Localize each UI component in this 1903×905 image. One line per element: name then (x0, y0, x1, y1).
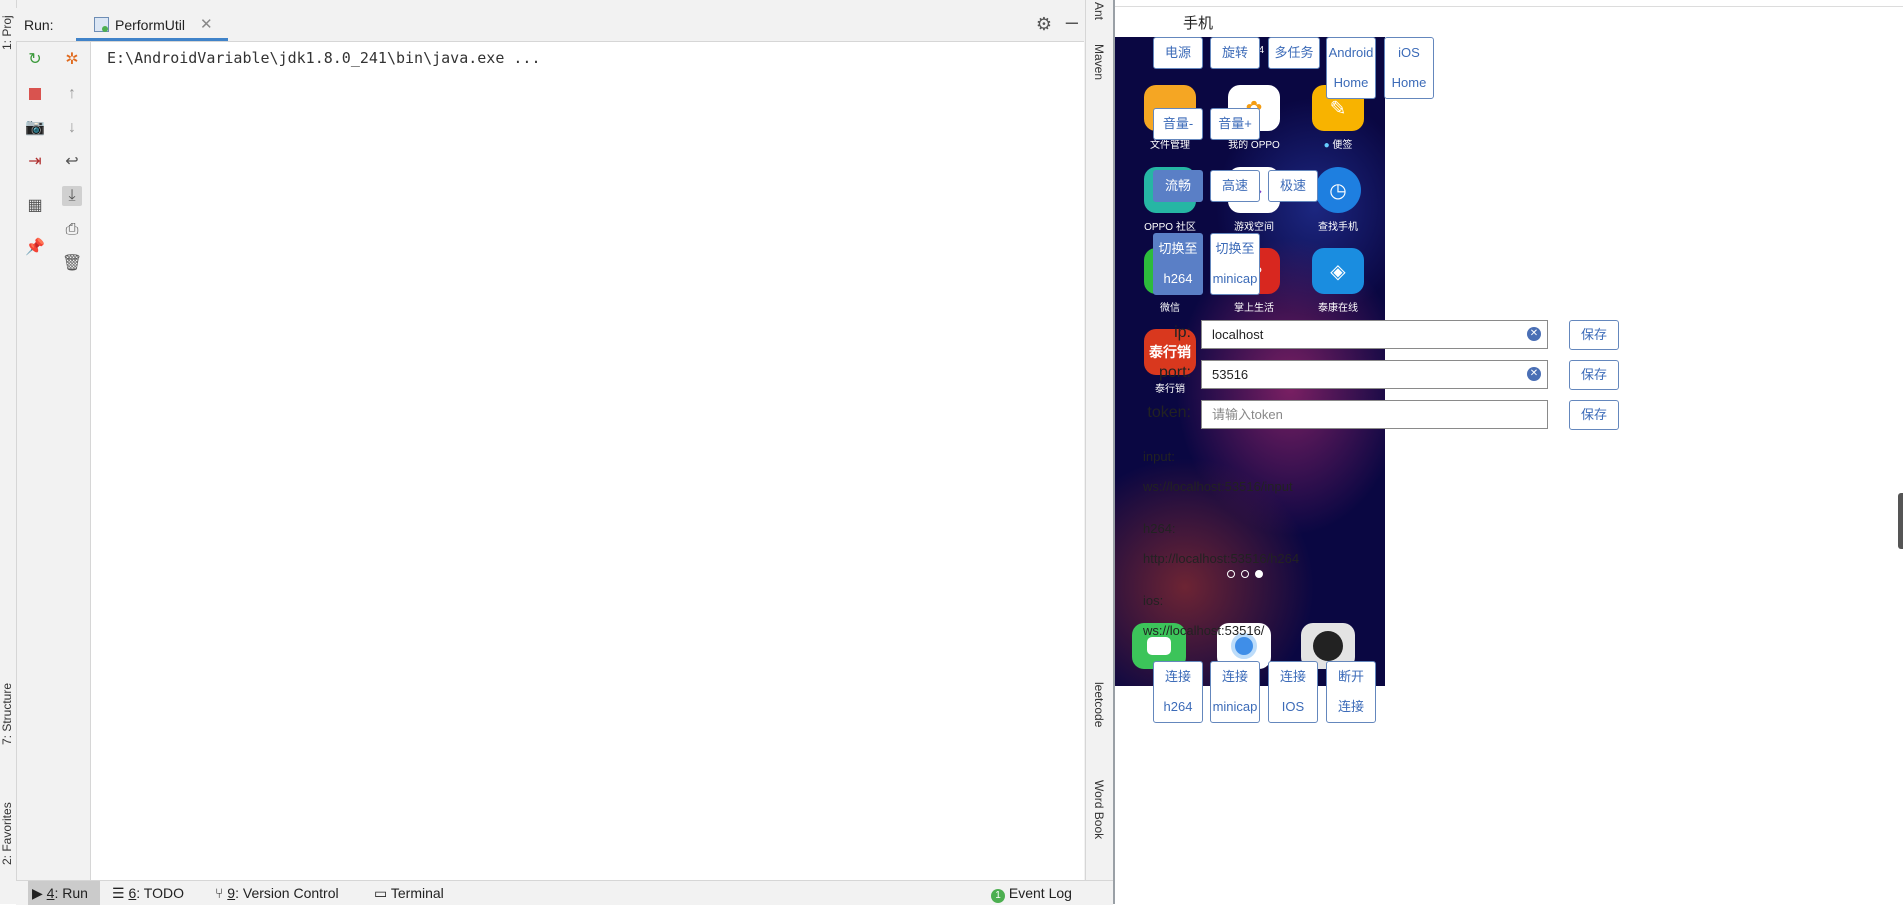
taikang-icon: ◈ (1312, 248, 1364, 294)
run-toolbar-secondary: ✲ ↑ ↓ ↩ ⤓ ⎙ 🗑 (54, 42, 91, 880)
token-label: token: (1147, 404, 1191, 421)
close-tab-icon[interactable]: ✕ (200, 15, 213, 33)
exit-icon[interactable]: ⇥ (25, 152, 45, 172)
run-panel-header: Run: PerformUtil ✕ ⚙ – (16, 8, 1084, 42)
tool-tab-leetcode[interactable]: leetcode (1092, 682, 1106, 727)
volume-down-button[interactable]: 音量- (1153, 108, 1203, 140)
input-url: ws://localhost:53516/input (1143, 479, 1293, 494)
status-run[interactable]: ▶ 4: Run (32, 885, 88, 902)
save-port-button[interactable]: 保存 (1569, 360, 1619, 390)
status-todo[interactable]: ☰ 6: TODO (112, 885, 184, 902)
android-home-button[interactable]: Android Home (1326, 37, 1376, 99)
ide-window: 1: Proj 7: Structure 2: Favorites Run: P… (0, 0, 1114, 905)
app-taikang[interactable]: ◈ 泰康在线 (1301, 248, 1375, 314)
control-page: 手机 15:44 ▬ 文件管理 ✿ 我的 OPPO ✎ ● 便签 0 OPPO … (1115, 0, 1903, 904)
tool-tab-structure[interactable]: 7: Structure (0, 653, 14, 745)
find-phone-icon: ◷ (1315, 167, 1361, 213)
quality-extreme-button[interactable]: 极速 (1268, 170, 1318, 202)
status-terminal[interactable]: ▭ Terminal (374, 885, 444, 902)
left-tool-strip: 1: Proj 7: Structure 2: Favorites (0, 0, 17, 880)
right-tool-strip: Ant Maven leetcode Word Book (1085, 0, 1114, 880)
disconnect-button[interactable]: 断开 连接 (1326, 661, 1376, 723)
console-output[interactable]: E:\AndroidVariable\jdk1.8.0_241\bin\java… (91, 42, 1084, 880)
quality-smooth-button[interactable]: 流畅 (1153, 170, 1203, 202)
connect-ios-button[interactable]: 连接 IOS (1268, 661, 1318, 723)
edge-scroll-handle[interactable] (1898, 493, 1903, 549)
h264-url: http://localhost:53516/h264 (1143, 551, 1300, 566)
debug-icon[interactable]: ✲ (62, 50, 82, 70)
print-icon[interactable]: ⎙ (62, 220, 82, 240)
scroll-to-end-icon[interactable]: ⤓ (62, 186, 82, 206)
stop-icon[interactable] (25, 84, 45, 104)
port-label: port: (1158, 364, 1191, 381)
connect-minicap-button[interactable]: 连接 minicap (1210, 661, 1260, 723)
soft-wrap-icon[interactable]: ↩ (62, 152, 82, 172)
input-label: input: (1143, 449, 1175, 464)
top-divider (1115, 6, 1903, 7)
h264-label: h264: (1143, 521, 1176, 536)
power-button[interactable]: 电源 (1153, 37, 1203, 69)
quality-hd-button[interactable]: 高速 (1210, 170, 1260, 202)
arrow-down-icon[interactable]: ↓ (62, 118, 82, 138)
clear-ip-icon[interactable]: ✕ (1527, 327, 1541, 341)
page-indicator (1227, 565, 1269, 583)
multitask-button[interactable]: 多任务 (1268, 37, 1320, 69)
tool-tab-maven[interactable]: Maven (1092, 44, 1106, 80)
ios-home-button[interactable]: iOS Home (1384, 37, 1434, 99)
run-toolbar-primary: ↻ 📷 ⇥ ▦ 📌 (17, 42, 52, 880)
camera-icon[interactable]: 📷 (25, 118, 45, 138)
ip-input[interactable] (1201, 320, 1548, 349)
minimize-icon[interactable]: – (1066, 9, 1078, 35)
volume-up-button[interactable]: 音量+ (1210, 108, 1260, 140)
gear-icon[interactable]: ⚙ (1036, 14, 1052, 35)
clear-port-icon[interactable]: ✕ (1527, 367, 1541, 381)
ios-label: ios: (1143, 593, 1164, 608)
arrow-up-icon[interactable]: ↑ (62, 84, 82, 104)
pin-icon[interactable]: 📌 (25, 238, 45, 258)
run-label: Run: (24, 17, 54, 33)
status-bar: ▶ 4: Run ☰ 6: TODO ⑂ 9: Version Control … (16, 880, 1113, 905)
status-version-control[interactable]: ⑂ 9: Version Control (215, 885, 339, 901)
tool-tab-word-book[interactable]: Word Book (1092, 780, 1106, 839)
running-dot-icon (102, 26, 108, 32)
save-ip-button[interactable]: 保存 (1569, 320, 1619, 350)
ios-url: ws://localhost:53516/ (1143, 623, 1265, 638)
tool-tab-favorites[interactable]: 2: Favorites (0, 777, 14, 865)
layout-icon[interactable]: ▦ (25, 196, 45, 216)
port-input[interactable] (1201, 360, 1548, 389)
tab-title: PerformUtil (115, 17, 186, 33)
switch-h264-button[interactable]: 切换至 h264 (1153, 233, 1203, 295)
rotate-button[interactable]: 旋转 (1210, 37, 1260, 69)
connect-h264-button[interactable]: 连接 h264 (1153, 661, 1203, 723)
tab-performutil[interactable]: PerformUtil ✕ (76, 8, 228, 41)
ip-label: ip: (1174, 324, 1191, 341)
trash-icon[interactable]: 🗑 (62, 254, 82, 274)
tool-tab-project[interactable]: 1: Proj (0, 2, 14, 50)
console-line: E:\AndroidVariable\jdk1.8.0_241\bin\java… (107, 49, 541, 67)
switch-minicap-button[interactable]: 切换至 minicap (1210, 233, 1260, 295)
token-input[interactable] (1201, 400, 1548, 429)
status-event-log[interactable]: 1 Event Log (991, 885, 1072, 903)
save-token-button[interactable]: 保存 (1569, 400, 1619, 430)
rerun-icon[interactable]: ↻ (25, 50, 45, 70)
phone-label: 手机 (1183, 15, 1214, 32)
tool-tab-ant[interactable]: Ant (1092, 2, 1106, 20)
